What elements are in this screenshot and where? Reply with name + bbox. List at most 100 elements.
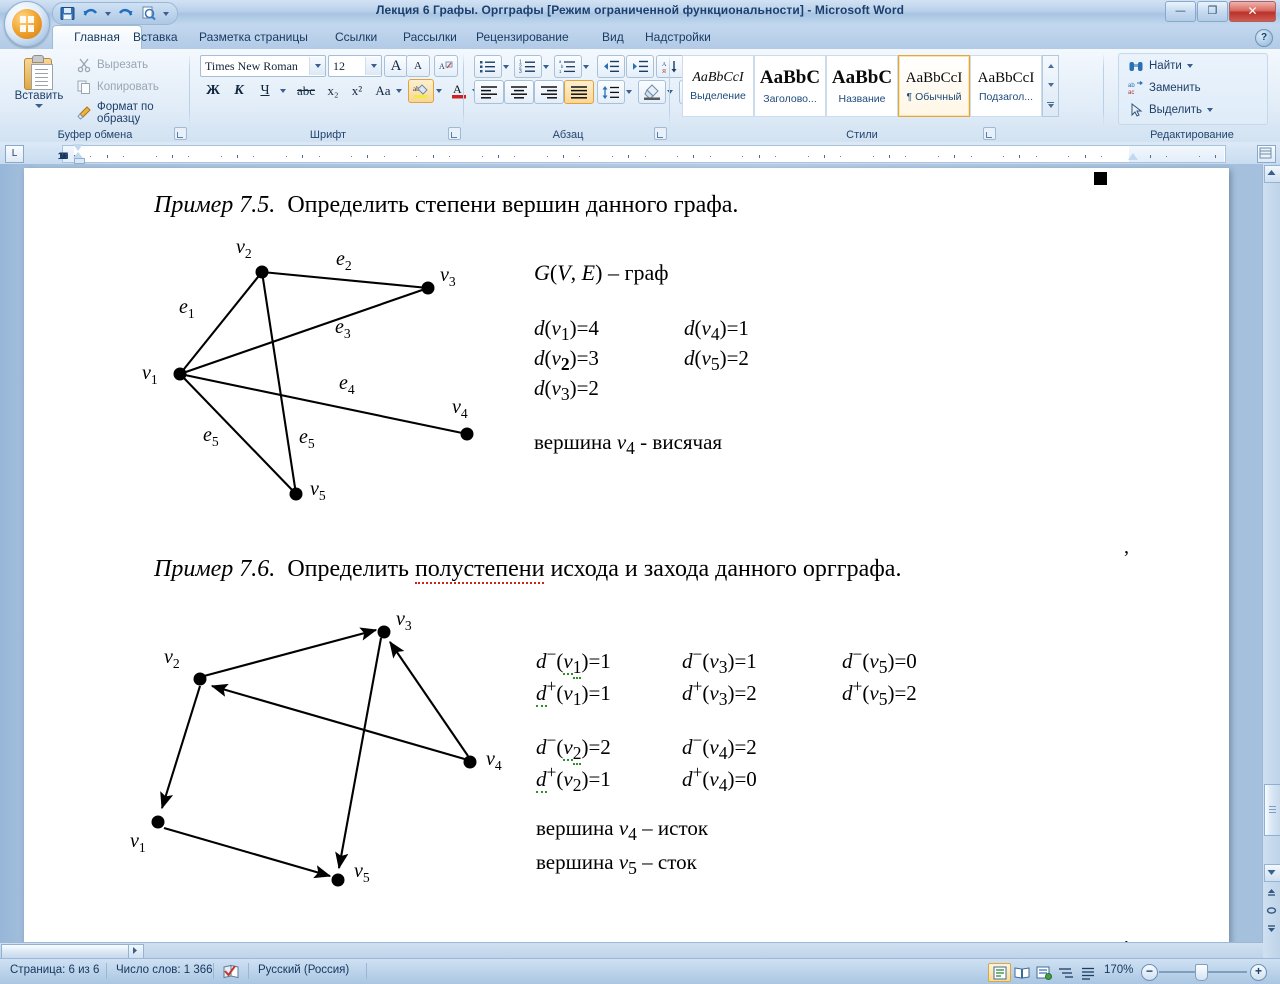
view-full-screen-reading-button[interactable] bbox=[1010, 963, 1033, 982]
numbering-button[interactable]: 123 bbox=[514, 55, 542, 78]
redo-icon[interactable] bbox=[117, 5, 134, 22]
underline-button[interactable]: Ч bbox=[252, 79, 278, 103]
document-page[interactable]: Пример 7.5. Определить степени вершин да… bbox=[24, 168, 1229, 950]
superscript-button[interactable]: x² bbox=[344, 79, 370, 103]
gallery-up-icon[interactable] bbox=[1047, 63, 1054, 68]
justify-button[interactable] bbox=[564, 80, 594, 104]
style-item-4[interactable]: AaBbCcI Подзагол... bbox=[970, 55, 1042, 117]
select-dropdown-icon[interactable] bbox=[1207, 108, 1214, 112]
tab-selector-button[interactable]: L bbox=[5, 145, 24, 163]
font-name-dropdown-icon[interactable] bbox=[309, 57, 325, 75]
undo-icon[interactable] bbox=[82, 5, 99, 22]
close-button[interactable]: ✕ bbox=[1229, 1, 1276, 22]
scroll-down-button[interactable] bbox=[1264, 864, 1280, 882]
previous-page-button[interactable] bbox=[1265, 886, 1278, 899]
font-name-combo[interactable]: Times New Roman bbox=[200, 55, 326, 77]
minimize-button[interactable]: — bbox=[1165, 1, 1196, 22]
multilevel-list-button[interactable]: ab1 bbox=[554, 55, 582, 78]
increase-indent-button[interactable] bbox=[626, 55, 654, 78]
vertical-scroll-thumb[interactable] bbox=[1264, 784, 1280, 836]
spellcheck-icon[interactable] bbox=[222, 963, 240, 980]
office-button[interactable] bbox=[4, 1, 50, 47]
zoom-slider-thumb[interactable] bbox=[1195, 964, 1208, 981]
find-button[interactable]: Найти bbox=[1128, 58, 1193, 74]
view-web-layout-button[interactable] bbox=[1032, 963, 1055, 982]
styles-gallery-scroll[interactable] bbox=[1042, 55, 1059, 117]
tab-addins[interactable]: Надстройки bbox=[634, 25, 722, 49]
italic-button[interactable]: К bbox=[226, 79, 252, 103]
help-icon[interactable]: ? bbox=[1255, 29, 1273, 47]
cut-button[interactable]: Вырезать bbox=[76, 57, 148, 73]
multilevel-dropdown-icon[interactable] bbox=[579, 55, 593, 78]
scroll-right-button[interactable] bbox=[128, 944, 144, 959]
paste-dropdown-icon[interactable] bbox=[35, 104, 43, 108]
shading-button[interactable] bbox=[638, 80, 666, 104]
page-indicator[interactable]: Страница: 6 из 6 bbox=[10, 964, 99, 976]
tab-mailings[interactable]: Рассылки bbox=[392, 25, 468, 49]
customize-qat-icon[interactable] bbox=[163, 11, 169, 16]
numbering-dropdown-icon[interactable] bbox=[539, 55, 553, 78]
replace-button[interactable]: ab ас Заменить bbox=[1128, 80, 1201, 96]
gallery-more-icon[interactable] bbox=[1047, 102, 1054, 109]
view-draft-button[interactable] bbox=[1076, 963, 1099, 982]
horizontal-ruler[interactable]: 1 2 3 4 5 6 7 8 9 10 11 12 13 14 15 16 17 bbox=[58, 145, 1226, 163]
font-size-combo[interactable]: 12 bbox=[328, 55, 382, 77]
align-left-button[interactable] bbox=[474, 80, 504, 104]
print-preview-icon[interactable] bbox=[140, 5, 157, 22]
zoom-level[interactable]: 170% bbox=[1104, 964, 1133, 976]
tab-page-layout[interactable]: Разметка страницы bbox=[188, 25, 319, 49]
style-item-2[interactable]: AaBbC Название bbox=[826, 55, 898, 117]
bullets-dropdown-icon[interactable] bbox=[499, 55, 513, 78]
select-button[interactable]: Выделить bbox=[1128, 102, 1214, 118]
zoom-in-button[interactable]: + bbox=[1250, 964, 1267, 981]
clipboard-dialog-launcher[interactable] bbox=[174, 127, 187, 140]
style-item-3[interactable]: AaBbCcI ¶ Обычный bbox=[898, 55, 970, 117]
horizontal-scrollbar[interactable] bbox=[0, 942, 1263, 959]
right-indent-marker[interactable] bbox=[1128, 153, 1138, 160]
line-spacing-dropdown-icon[interactable] bbox=[622, 80, 636, 104]
word-count[interactable]: Число слов: 1 366 bbox=[116, 964, 213, 976]
tab-insert[interactable]: Вставка bbox=[122, 25, 189, 49]
tab-view[interactable]: Вид bbox=[591, 25, 635, 49]
clear-formatting-button[interactable]: A bbox=[434, 55, 458, 77]
text-highlight-button[interactable]: ab bbox=[408, 79, 434, 103]
bullets-button[interactable] bbox=[474, 55, 502, 78]
style-item-0[interactable]: AaBbCcI Выделение bbox=[682, 55, 754, 117]
align-right-button[interactable] bbox=[534, 80, 564, 104]
style-item-1[interactable]: AaBbC Заголово... bbox=[754, 55, 826, 117]
bold-button[interactable]: Ж bbox=[200, 79, 226, 103]
font-dialog-launcher[interactable] bbox=[448, 127, 461, 140]
first-line-indent-marker[interactable] bbox=[73, 144, 84, 152]
line-spacing-button[interactable] bbox=[597, 80, 625, 104]
vertical-scrollbar[interactable] bbox=[1262, 164, 1280, 959]
select-browse-object-button[interactable] bbox=[1265, 904, 1278, 917]
tab-review[interactable]: Рецензирование bbox=[465, 25, 580, 49]
highlight-dropdown-icon[interactable] bbox=[432, 79, 446, 103]
strikethrough-button[interactable]: abc bbox=[292, 79, 320, 103]
grow-font-button[interactable]: A bbox=[384, 55, 408, 77]
font-size-dropdown-icon[interactable] bbox=[365, 57, 381, 75]
align-center-button[interactable] bbox=[504, 80, 534, 104]
paragraph-dialog-launcher[interactable] bbox=[654, 127, 667, 140]
zoom-out-button[interactable]: − bbox=[1141, 964, 1158, 981]
undo-dropdown-icon[interactable] bbox=[105, 11, 111, 16]
underline-dropdown-icon[interactable] bbox=[276, 79, 290, 103]
gallery-down-icon[interactable] bbox=[1047, 82, 1054, 87]
view-outline-button[interactable] bbox=[1054, 963, 1077, 982]
next-page-button[interactable] bbox=[1265, 922, 1278, 935]
styles-dialog-launcher[interactable] bbox=[983, 127, 996, 140]
language-indicator[interactable]: Русский (Россия) bbox=[258, 964, 349, 976]
copy-button[interactable]: Копировать bbox=[76, 79, 159, 95]
tab-references[interactable]: Ссылки bbox=[324, 25, 388, 49]
find-dropdown-icon[interactable] bbox=[1186, 64, 1193, 68]
shrink-font-button[interactable]: A bbox=[406, 55, 430, 77]
paste-button[interactable]: Вставить bbox=[13, 53, 65, 119]
format-painter-button[interactable]: Формат по образцу bbox=[76, 101, 190, 125]
change-case-dropdown-icon[interactable] bbox=[392, 79, 406, 103]
save-icon[interactable] bbox=[59, 5, 76, 22]
maximize-button[interactable]: ❐ bbox=[1197, 1, 1228, 22]
subscript-button[interactable]: x₂ bbox=[320, 79, 346, 103]
decrease-indent-button[interactable] bbox=[597, 55, 625, 78]
scroll-up-button[interactable] bbox=[1264, 165, 1280, 183]
view-print-layout-button[interactable] bbox=[988, 963, 1011, 982]
